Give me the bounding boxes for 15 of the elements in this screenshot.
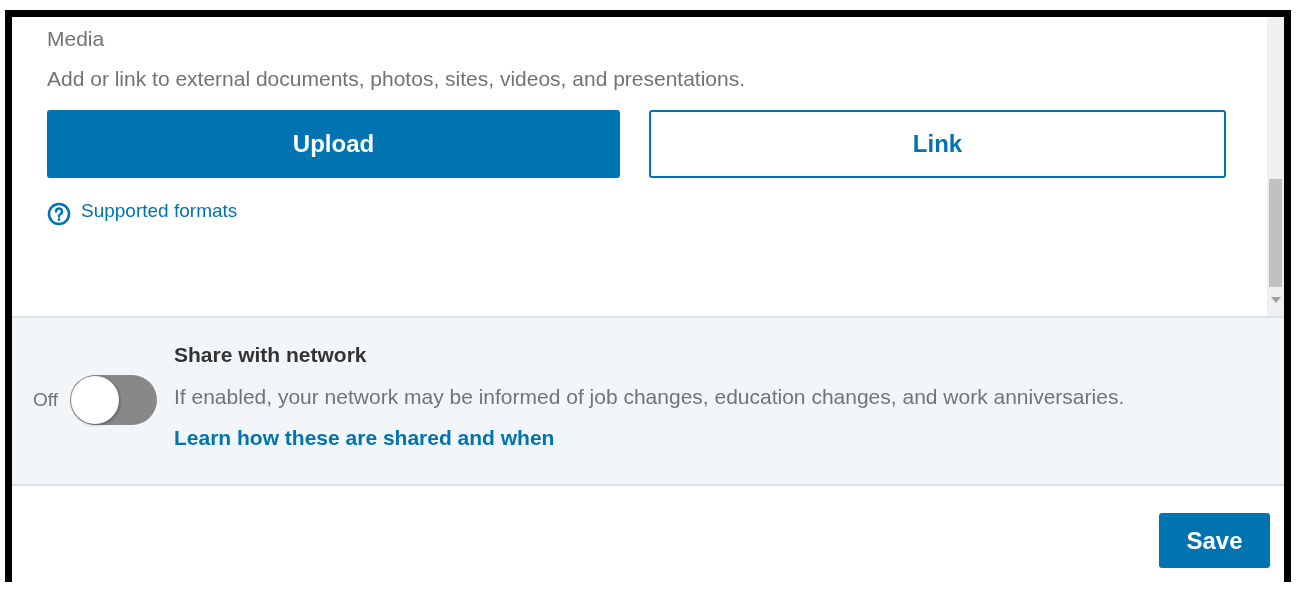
section-description: Add or link to external documents, photos, sites, videos, and presentations. bbox=[47, 66, 747, 92]
section-title: Media bbox=[47, 27, 106, 51]
share-title: Share with network bbox=[174, 342, 368, 368]
toggle-state-label: Off bbox=[33, 389, 58, 411]
learn-more-link[interactable]: Learn how these are shared and when bbox=[174, 426, 555, 449]
scroll-down-arrow-icon[interactable] bbox=[1271, 297, 1281, 303]
upload-button[interactable]: Upload bbox=[47, 110, 620, 178]
scrollbar[interactable] bbox=[1267, 17, 1284, 316]
share-toggle[interactable] bbox=[70, 375, 157, 425]
scrollbar-thumb[interactable] bbox=[1269, 179, 1282, 287]
help-icon bbox=[47, 202, 71, 226]
link-button[interactable]: Link bbox=[649, 110, 1226, 178]
save-button[interactable]: Save bbox=[1159, 513, 1270, 568]
supported-formats-link[interactable]: Supported formats bbox=[81, 200, 238, 222]
share-description: If enabled, your network may be informed of job changes, education changes, and work anniversaries. Learn how these are shared and when bbox=[174, 384, 1126, 451]
